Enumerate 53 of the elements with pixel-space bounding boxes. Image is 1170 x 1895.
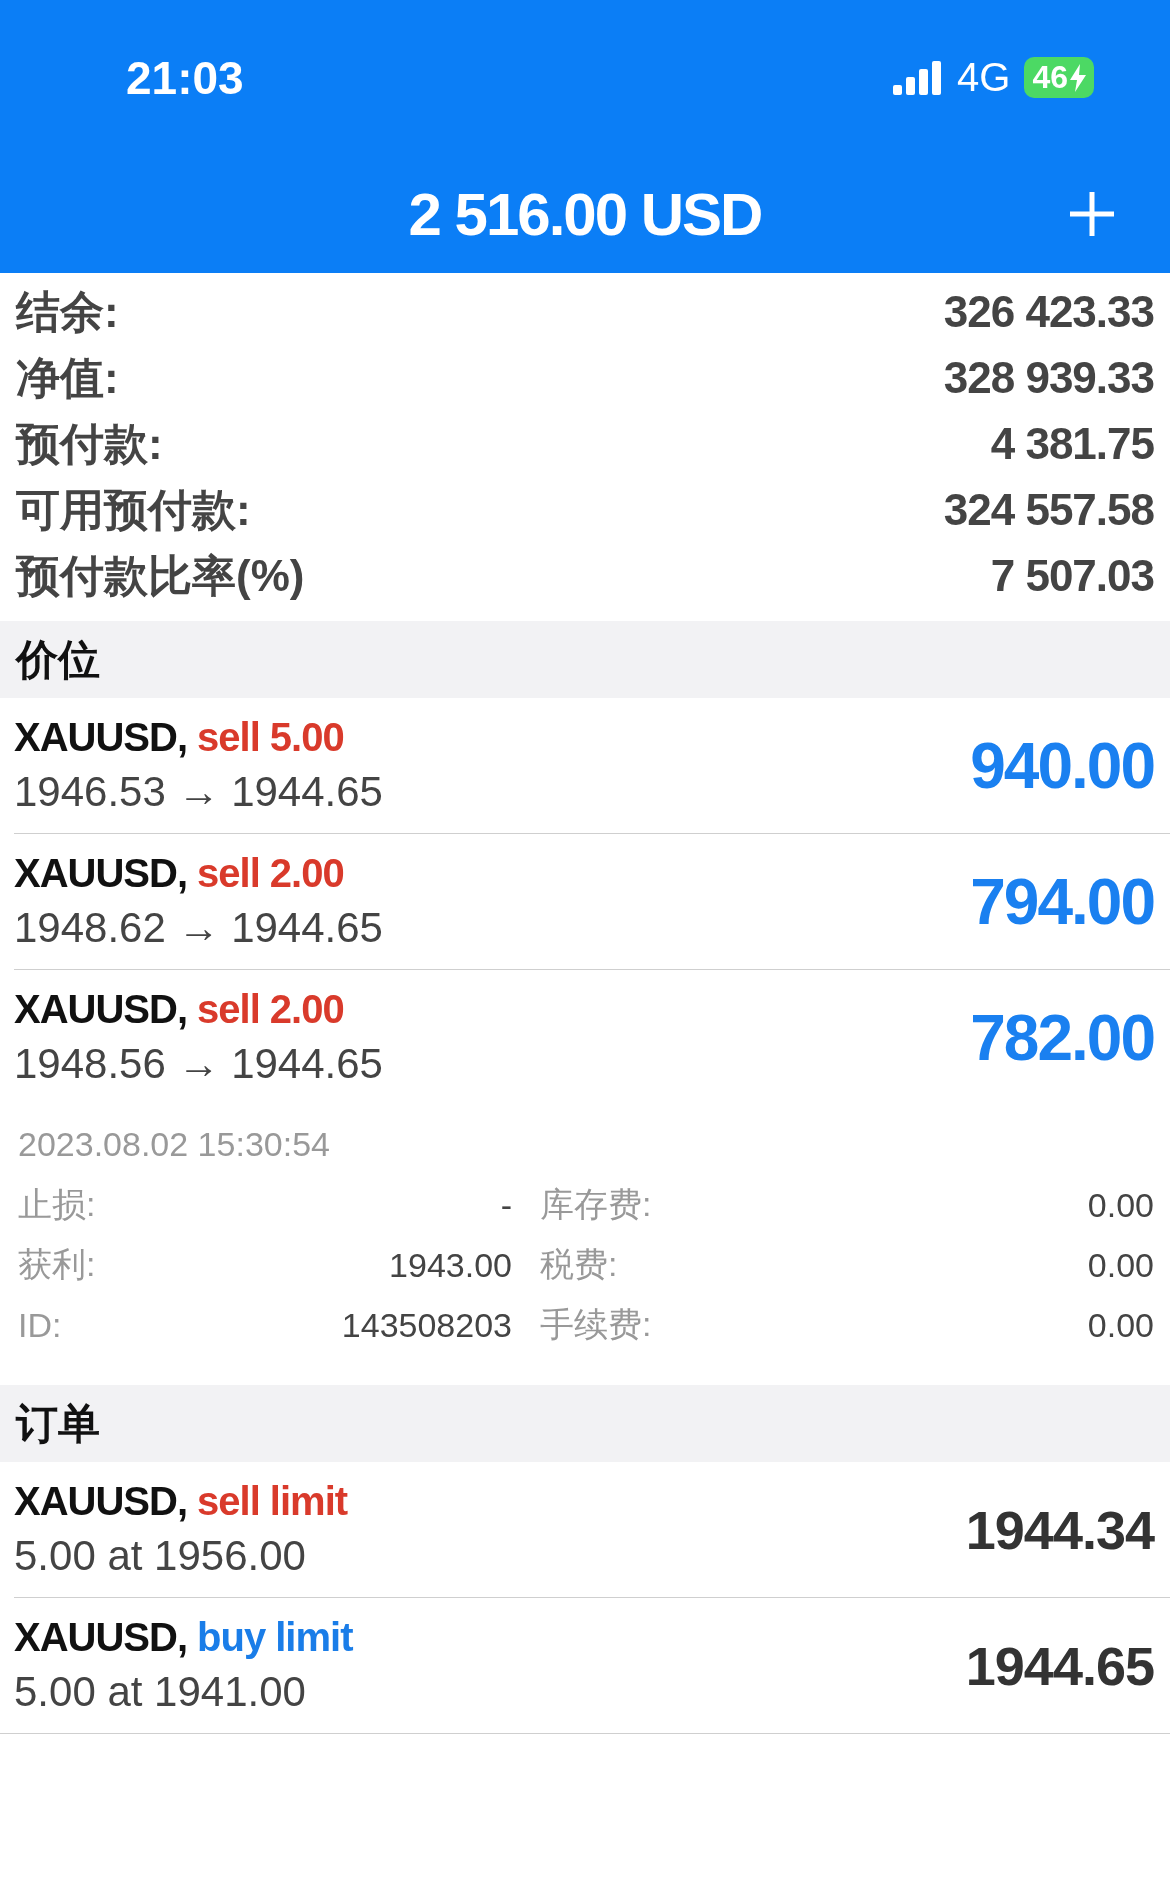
price-change: 1948.62 → 1944.65 [14,904,383,952]
detail-label: ID: [18,1305,62,1345]
detail-value: 0.00 [1087,1305,1154,1345]
summary-label: 预付款: [16,417,163,470]
summary-value: 324 557.58 [943,485,1154,535]
detail-value: 143508203 [341,1305,512,1345]
summary-label: 净值: [16,351,119,404]
profit-value: 794.00 [970,864,1154,939]
symbol-label: XAUUSD, [14,987,188,1032]
position-row[interactable]: XAUUSD, sell 2.00 1948.56 → 1944.65 782.00 2023.08.02 15:30:54 止损: - 获利: 1943.00 ID: 143508203 库存费: 0.00 税费: 0.00 手续费: 0.00 [0,970,1170,1385]
detail-label: 止损: [18,1184,96,1225]
order-volume: 5.00 at 1956.00 [14,1532,307,1580]
symbol-label: XAUUSD, [14,715,188,760]
symbol-label: XAUUSD, [14,1479,188,1524]
position-row[interactable]: XAUUSD, sell 2.00 1948.62 → 1944.65 794.00 [0,834,1170,970]
detail-value: 0.00 [1087,1245,1154,1285]
section-header: 价位 [0,621,1170,698]
summary-label: 预付款比率(%) [16,549,305,602]
order-price: 1944.34 [965,1498,1154,1561]
trade-type: sell 2.00 [197,987,344,1032]
symbol-label: XAUUSD, [14,1615,188,1660]
detail-label: 库存费: [540,1184,652,1225]
position-row[interactable]: XAUUSD, sell 5.00 1946.53 → 1944.65 940.00 [0,698,1170,834]
detail-label: 税费: [540,1244,618,1285]
summary-value: 4 381.75 [990,419,1154,469]
profit-value: 782.00 [970,1000,1154,1075]
section-header: 订单 [0,1385,1170,1462]
detail-label: 手续费: [540,1304,652,1345]
trade-type: sell 5.00 [197,715,344,760]
signal-icon [893,60,944,95]
profit-value: 940.00 [970,728,1154,803]
summary-label: 结余: [16,285,119,338]
symbol-label: XAUUSD, [14,851,188,896]
detail-value: 0.00 [1087,1185,1154,1225]
order-volume: 5.00 at 1941.00 [14,1668,307,1716]
open-time: 2023.08.02 15:30:54 [18,1125,331,1165]
trade-type: sell 2.00 [197,851,344,896]
order-type: sell limit [197,1479,348,1524]
summary-value: 326 423.33 [943,287,1154,337]
summary-value: 328 939.33 [943,353,1154,403]
network-label: 4G [957,55,1011,100]
battery-indicator: 46 [1024,57,1094,98]
price-change: 1946.53 → 1944.65 [14,768,383,816]
detail-value: - [500,1185,512,1225]
detail-label: 获利: [18,1244,96,1285]
summary-label: 可用预付款: [16,483,251,536]
price-change: 1948.56 → 1944.65 [14,1040,383,1088]
summary-value: 7 507.03 [990,551,1154,601]
status-time: 21:03 [126,50,244,105]
order-price: 1944.65 [965,1634,1154,1697]
balance-title: 2 516.00 USD [408,179,762,249]
detail-value: 1943.00 [389,1245,512,1285]
order-type: buy limit [197,1615,353,1660]
